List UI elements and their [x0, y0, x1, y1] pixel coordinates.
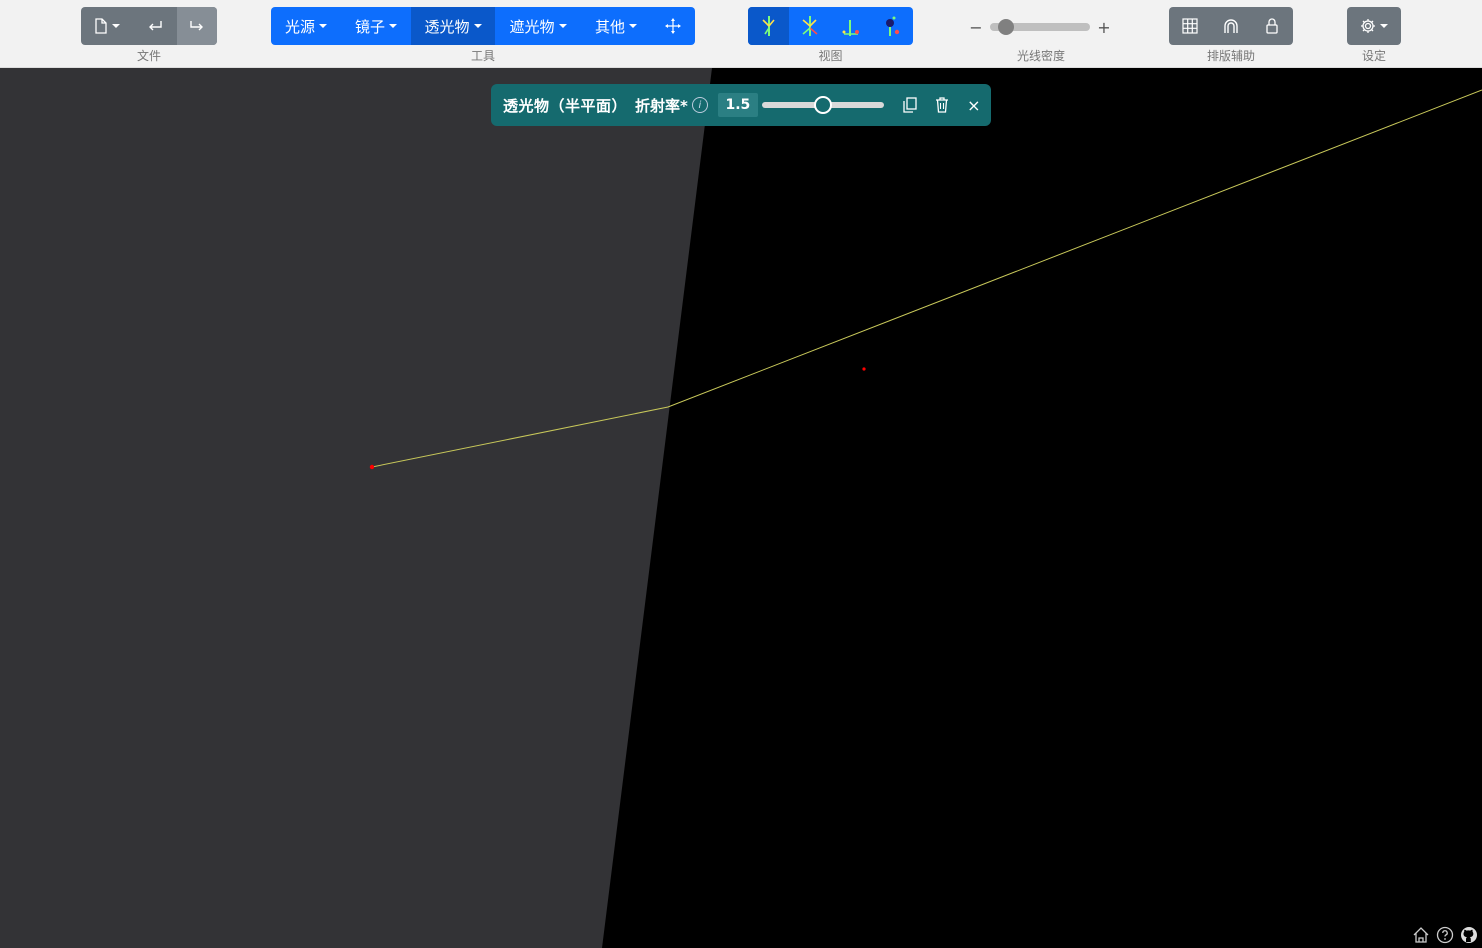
density-label: 光线密度: [1016, 49, 1065, 63]
tool-other[interactable]: 其他: [581, 7, 651, 45]
layout-aids-group: [1169, 7, 1293, 45]
undo-button[interactable]: [133, 7, 177, 45]
glass-control-point[interactable]: [862, 367, 866, 371]
lock-button[interactable]: [1251, 7, 1293, 45]
new-file-button[interactable]: [81, 7, 133, 45]
view-images-button[interactable]: [830, 7, 871, 45]
delete-button[interactable]: [926, 89, 958, 121]
tool-glass[interactable]: 透光物: [411, 7, 495, 45]
duplicate-button[interactable]: [894, 89, 926, 121]
duplicate-icon: [903, 97, 917, 113]
tool-light-source-label: 光源: [284, 17, 315, 36]
refractive-index-slider[interactable]: [761, 96, 884, 114]
view-rays-icon: [761, 16, 775, 36]
ray-density-thumb[interactable]: [998, 19, 1014, 35]
view-group-label: 视图: [818, 49, 843, 63]
trash-icon: [935, 97, 948, 113]
redo-icon: [190, 21, 203, 31]
density-increase-button[interactable]: +: [1096, 18, 1112, 37]
refractive-index-label: 折射率*: [635, 96, 688, 115]
tool-light-source[interactable]: 光源: [271, 7, 341, 45]
tool-blocker[interactable]: 遮光物: [495, 7, 581, 45]
refractive-index-value[interactable]: 1.5: [717, 93, 758, 117]
footer-links: [1412, 926, 1478, 944]
home-icon[interactable]: [1412, 926, 1430, 944]
object-title: 透光物（半平面）: [503, 96, 628, 115]
info-icon[interactable]: i: [691, 97, 708, 113]
light-source-point[interactable]: [369, 464, 375, 470]
close-button[interactable]: ×: [958, 89, 990, 121]
ray-density-slider[interactable]: [990, 19, 1090, 35]
new-file-icon: [95, 18, 107, 34]
simulation-canvas[interactable]: [0, 68, 1482, 948]
view-extended-button[interactable]: [789, 7, 830, 45]
chevron-down-icon: [629, 24, 637, 28]
settings-button[interactable]: [1347, 7, 1401, 45]
close-icon: ×: [967, 95, 981, 115]
tool-mirror-label: 镜子: [354, 17, 385, 36]
ray-density-control: − +: [968, 14, 1118, 40]
object-property-bar: 透光物（半平面） 折射率* i 1.5 ×: [491, 84, 991, 126]
help-icon[interactable]: [1436, 926, 1454, 944]
tool-blocker-label: 遮光物: [509, 17, 555, 36]
view-images-icon: [842, 20, 859, 36]
tool-glass-label: 透光物: [424, 17, 470, 36]
view-group: [748, 7, 913, 45]
file-group-label: 文件: [136, 49, 161, 63]
github-icon[interactable]: [1460, 926, 1478, 944]
refractive-index-thumb[interactable]: [813, 96, 832, 114]
tool-other-label: 其他: [594, 17, 625, 36]
tools-group-label: 工具: [470, 49, 495, 63]
settings-group: [1347, 7, 1401, 45]
chevron-down-icon: [389, 24, 397, 28]
gear-icon: [1361, 19, 1375, 33]
grid-button[interactable]: [1169, 7, 1210, 45]
layout-aids-label: 排版辅助: [1206, 49, 1255, 63]
lock-icon: [1266, 18, 1278, 34]
chevron-down-icon: [1380, 24, 1388, 28]
grid-icon: [1181, 18, 1198, 34]
snap-button[interactable]: [1210, 7, 1251, 45]
undo-icon: [149, 21, 162, 31]
snap-icon: [1223, 19, 1238, 33]
view-extended-icon: [801, 16, 818, 36]
toolbar: 文件 光源 镜子 透光物 遮光物 其他 工具 视图 − + 光线密度 排版辅助 …: [0, 0, 1482, 68]
move-button[interactable]: [651, 7, 695, 45]
view-observer-button[interactable]: [871, 7, 913, 45]
density-decrease-button[interactable]: −: [968, 18, 984, 37]
redo-button[interactable]: [177, 7, 217, 45]
chevron-down-icon: [558, 24, 567, 28]
chevron-down-icon: [473, 24, 482, 28]
view-rays-button[interactable]: [748, 7, 789, 45]
glass-half-plane[interactable]: [0, 68, 712, 948]
chevron-down-icon: [112, 24, 120, 28]
view-observer-icon: [886, 16, 900, 36]
file-group: [81, 7, 217, 45]
tools-group: 光源 镜子 透光物 遮光物 其他: [271, 7, 695, 45]
move-icon: [665, 18, 681, 34]
settings-label: 设定: [1361, 49, 1386, 63]
tool-mirror[interactable]: 镜子: [341, 7, 411, 45]
chevron-down-icon: [319, 24, 327, 28]
